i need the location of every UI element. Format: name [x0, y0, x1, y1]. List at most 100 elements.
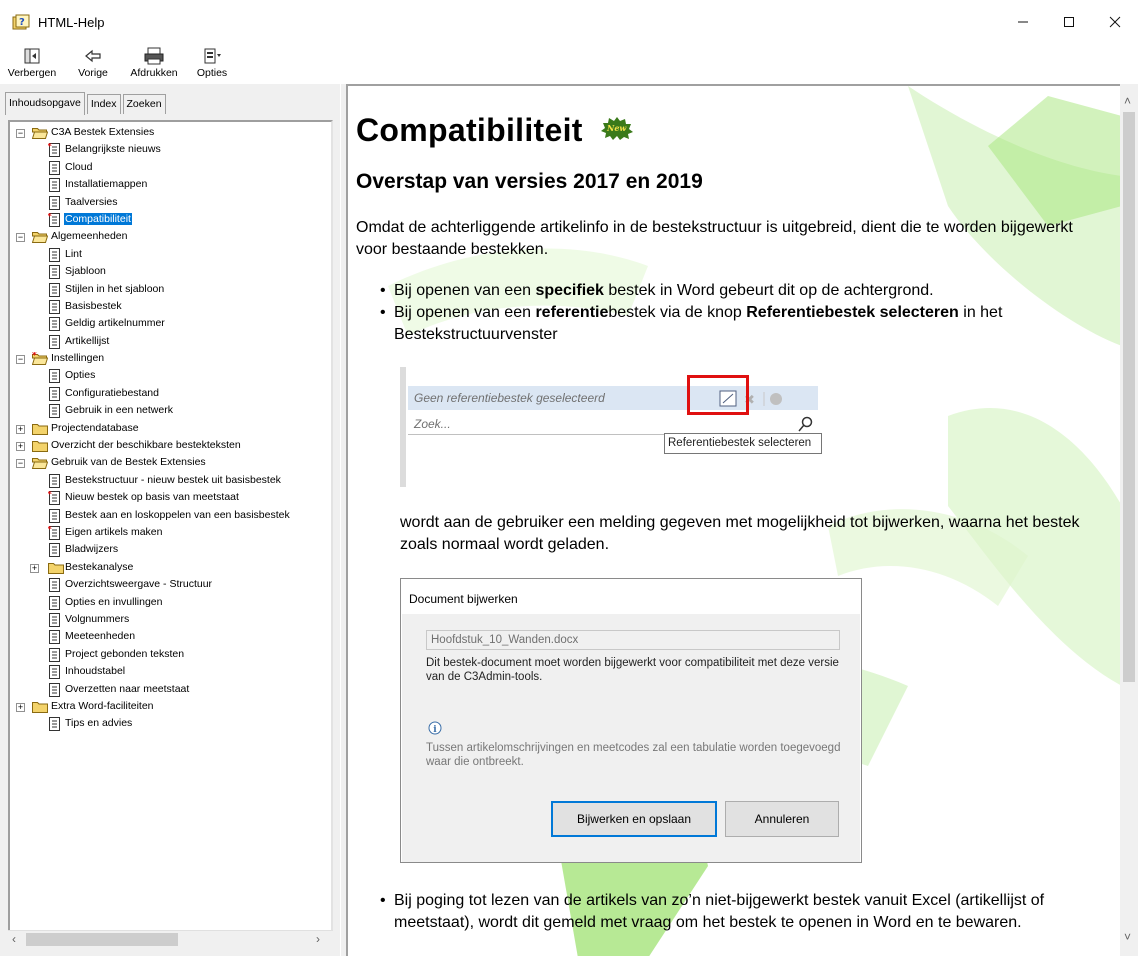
back-button[interactable]: Vorige — [70, 46, 116, 79]
tree-item-label: Meeteenheden — [65, 630, 136, 643]
open-folder-icon — [31, 126, 49, 142]
tree-item-label: Instellingen — [51, 352, 105, 365]
tree-item[interactable]: − Gebruik van de Bestek Extensies — [10, 455, 331, 472]
nav-tabs: Inhoudsopgave Index Zoeken — [5, 92, 168, 116]
tree-item-label: Sjabloon — [65, 265, 106, 278]
tree-item-label: Overzichtsweergave - Structuur — [65, 578, 213, 591]
new-page-icon: * — [47, 142, 61, 160]
bullet-excel: • Bij poging tot lezen van de artikels v… — [380, 892, 1045, 931]
tree-item-label: Bestekstructuur - nieuw bestek uit basis… — [65, 473, 281, 486]
maximize-button[interactable] — [1046, 0, 1092, 44]
close-button[interactable] — [1092, 0, 1138, 44]
expand-icon[interactable]: + — [16, 702, 25, 712]
tab-search[interactable]: Zoeken — [122, 94, 166, 114]
tree-item-label: Gebruik van de Bestek Extensies — [51, 456, 206, 469]
options-button[interactable]: Opties — [192, 46, 232, 79]
tree-item-label: C3A Bestek Extensies — [51, 126, 155, 138]
tree-item-label: Installatiemappen — [65, 178, 148, 191]
expand-icon[interactable]: + — [16, 424, 25, 434]
horizontal-scrollbar[interactable]: ‹ › — [8, 930, 333, 947]
tree-item[interactable]: Overzichtsweergave - Structuur — [10, 577, 331, 594]
tree-item[interactable]: Tips en advies — [10, 716, 331, 734]
bullet-reference: • Bij openen van een referentiebestek vi… — [380, 304, 1003, 343]
collapse-icon[interactable]: − — [16, 355, 25, 365]
tree-item[interactable]: Volgnummers — [10, 612, 331, 629]
tree-item-label: Projectendatabase — [51, 421, 139, 434]
tree-item[interactable]: Cloud — [10, 160, 331, 177]
tab-index[interactable]: Index — [86, 94, 121, 114]
tree-item-label: Nieuw bestek op basis van meetstaat — [65, 491, 239, 504]
tree-item[interactable]: Overzetten naar meetstaat — [10, 682, 331, 699]
tree-item[interactable]: − C3A Bestek Extensies — [10, 125, 331, 142]
tooltip: Referentiebestek selecteren — [664, 433, 822, 454]
collapse-icon[interactable]: − — [16, 459, 25, 469]
minimize-button[interactable] — [1000, 0, 1046, 44]
folder-icon — [48, 561, 64, 577]
printer-icon — [143, 46, 165, 66]
collapse-icon[interactable]: − — [16, 129, 25, 138]
tree-item[interactable]: Installatiemappen — [10, 177, 331, 194]
tree-item-label: Taalversies — [65, 195, 118, 208]
vertical-scrollbar[interactable]: ˄ ˅ — [1120, 84, 1138, 956]
page-icon — [48, 473, 61, 491]
help-app-icon: ? — [12, 14, 30, 30]
tree-item[interactable]: + Bestekanalyse — [10, 560, 331, 577]
vertical-scroll-thumb[interactable] — [1123, 112, 1135, 682]
tree-item[interactable]: − Algemeenheden — [10, 229, 331, 246]
scroll-down-icon[interactable]: ˅ — [1124, 930, 1131, 944]
tree-item[interactable]: Lint — [10, 247, 331, 264]
scroll-up-icon[interactable]: ˄ — [1124, 94, 1131, 108]
options-icon — [201, 46, 223, 66]
tree-item[interactable]: Bladwijzers — [10, 542, 331, 559]
scroll-left-icon[interactable]: ‹ — [12, 932, 16, 946]
tree-item[interactable]: Meeteenheden — [10, 629, 331, 647]
new-page-icon: * — [47, 525, 61, 543]
page-title: Compatibiliteit — [356, 112, 583, 148]
tree-item[interactable]: Geldig artikelnummer — [10, 316, 331, 333]
search-field: Zoek... — [408, 413, 818, 435]
tree-item[interactable]: Artikellijst — [10, 334, 331, 351]
tree-item-label: Belangrijkste nieuws — [65, 143, 161, 156]
tree-item[interactable]: * Compatibiliteit — [10, 212, 331, 229]
tree-item[interactable]: Opties en invullingen — [10, 595, 331, 612]
tree-item[interactable]: + Extra Word-faciliteiten — [10, 699, 331, 716]
tree-item[interactable]: * Belangrijkste nieuws — [10, 142, 331, 160]
tree-item[interactable]: * Eigen artikels maken — [10, 525, 331, 543]
page-icon — [48, 717, 61, 734]
tree-item[interactable]: Sjabloon — [10, 264, 331, 281]
cancel-button: Annuleren — [725, 801, 839, 837]
svg-text:i: i — [433, 725, 437, 735]
tree-item-label: Lint — [65, 247, 82, 260]
svg-text:*: * — [48, 526, 52, 535]
page-icon — [48, 630, 61, 647]
tree-item[interactable]: * Nieuw bestek op basis van meetstaat — [10, 490, 331, 507]
tree-item-label: Geldig artikelnummer — [65, 317, 165, 330]
page-icon — [48, 195, 61, 213]
tree-item[interactable]: Taalversies — [10, 195, 331, 213]
horizontal-scroll-thumb[interactable] — [26, 933, 178, 946]
tree-item[interactable]: Basisbestek — [10, 299, 331, 316]
tree-item[interactable]: + Projectendatabase — [10, 421, 331, 438]
tree-item[interactable]: Inhoudstabel — [10, 664, 331, 681]
tree-item[interactable]: Gebruik in een netwerk — [10, 403, 331, 420]
tab-contents[interactable]: Inhoudsopgave — [5, 92, 85, 115]
title-bar: ? HTML-Help — [0, 0, 1138, 44]
tree-item[interactable]: Configuratiebestand — [10, 386, 331, 403]
folder-icon — [32, 439, 48, 455]
tree-item[interactable]: Bestek aan en loskoppelen van een basisb… — [10, 508, 331, 525]
open-folder-icon — [31, 456, 49, 472]
contents-tree[interactable]: − C3A Bestek Extensies * Belangrijkste nieu… — [10, 125, 331, 734]
expand-icon[interactable]: + — [30, 563, 39, 573]
expand-icon[interactable]: + — [16, 442, 25, 452]
tree-item-label: Opties en invullingen — [65, 595, 163, 608]
tree-item[interactable]: − * Instellingen — [10, 351, 331, 368]
scroll-right-icon[interactable]: › — [316, 932, 320, 946]
tree-item[interactable]: + Overzicht der beschikbare bestekteksten — [10, 438, 331, 455]
tree-item[interactable]: Project gebonden teksten — [10, 647, 331, 664]
collapse-icon[interactable]: − — [16, 233, 25, 243]
print-button[interactable]: Afdrukken — [124, 46, 184, 79]
tree-item[interactable]: Stijlen in het sjabloon — [10, 282, 331, 299]
hide-button[interactable]: Verbergen — [0, 46, 64, 79]
tree-item[interactable]: Opties — [10, 368, 331, 385]
tree-item[interactable]: Bestekstructuur - nieuw bestek uit basis… — [10, 473, 331, 491]
